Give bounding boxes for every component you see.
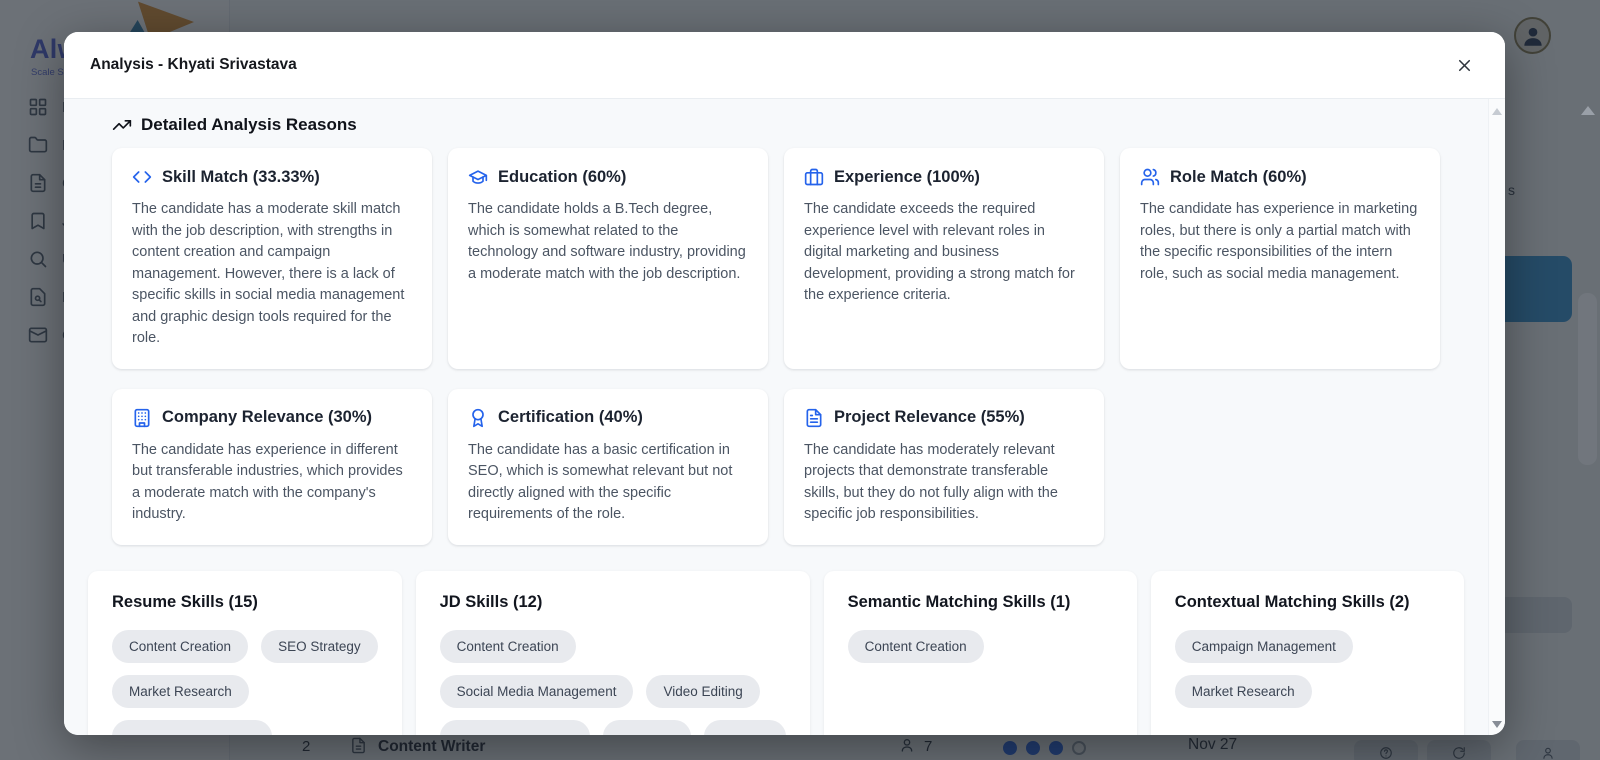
section-header: Detailed Analysis Reasons	[112, 115, 1440, 135]
analysis-card: Experience (100%) The candidate exceeds t…	[784, 148, 1104, 369]
window-scroll-up-arrow-icon[interactable]	[1581, 106, 1595, 115]
modal-header: Analysis - Khyati Srivastava	[64, 32, 1505, 99]
modal-scroll-down-arrow-icon[interactable]	[1492, 721, 1502, 728]
users-icon	[1140, 167, 1160, 187]
skills-card-title: JD Skills (12)	[439, 592, 543, 611]
analysis-card-header: Skill Match (33.33%)	[132, 167, 412, 187]
analysis-modal: Analysis - Khyati Srivastava Detailed An…	[64, 32, 1505, 735]
modal-title: Analysis - Khyati Srivastava	[90, 56, 297, 73]
analysis-card: Company Relevance (30%) The candidate has…	[112, 388, 432, 545]
analysis-card-description: The candidate holds a B.Tech degree, whi…	[468, 201, 746, 282]
analysis-card-title: Skill Match (33.33%)	[162, 167, 320, 186]
skill-chip-partial	[112, 719, 272, 735]
file-text-icon	[804, 408, 824, 428]
briefcase-icon	[804, 167, 824, 187]
analysis-card-title: Experience (100%)	[834, 167, 980, 186]
skill-chip-partial	[439, 719, 590, 735]
modal-body: Detailed Analysis Reasons Skill Match (3…	[64, 99, 1488, 735]
chip-row-partial	[439, 719, 786, 735]
analysis-card: Certification (40%) The candidate has a b…	[448, 388, 768, 545]
modal-scrollbar[interactable]	[1488, 99, 1505, 735]
skill-chip: Content Creation	[112, 629, 249, 663]
screen: Alw Scale S DMCJUFC s 2 Content Writer 7…	[0, 0, 1600, 760]
skill-chip: Social Media Management	[439, 674, 634, 708]
analysis-card: Project Relevance (55%) The candidate has…	[784, 388, 1104, 545]
skills-card: Resume Skills (15) Content Creation SEO St…	[88, 570, 402, 735]
window-scrollbar-thumb[interactable]	[1578, 293, 1597, 465]
trending-up-icon	[112, 115, 132, 135]
analysis-card-description: The candidate has a basic certification …	[468, 441, 733, 523]
skill-chip-partial	[602, 719, 691, 735]
skill-chip: Content Creation	[847, 629, 984, 663]
close-button[interactable]	[1449, 50, 1479, 80]
chip-row-partial	[112, 719, 378, 735]
building-icon	[132, 408, 152, 428]
skill-chip: Video Editing	[646, 674, 760, 708]
analysis-card-title: Project Relevance (55%)	[834, 408, 1025, 426]
analysis-card-title: Education (60%)	[498, 167, 627, 186]
analysis-cards-grid: Skill Match (33.33%) The candidate has a …	[112, 148, 1440, 545]
section-title: Detailed Analysis Reasons	[141, 115, 357, 134]
code-icon	[132, 167, 152, 187]
skill-chip: Content Creation	[439, 629, 576, 663]
skills-card: Contextual Matching Skills (2) Campaign M…	[1150, 570, 1464, 735]
graduation-cap-icon	[468, 167, 488, 187]
skills-card-title: Semantic Matching Skills (1)	[847, 592, 1071, 611]
analysis-card-description: The candidate has moderately relevant pr…	[804, 441, 1058, 523]
analysis-card-description: The candidate has experience in differen…	[132, 441, 403, 523]
skills-card-title: Contextual Matching Skills (2)	[1174, 592, 1410, 611]
analysis-card-description: The candidate exceeds the required exper…	[804, 201, 1075, 303]
analysis-card-header: Certification (40%)	[468, 408, 748, 428]
analysis-card-header: Education (60%)	[468, 167, 748, 187]
modal-scroll-up-arrow-icon[interactable]	[1492, 108, 1502, 115]
skill-chip: Market Research	[112, 674, 249, 708]
award-icon	[468, 408, 488, 428]
chip-row: Content Creation SEO Strategy	[112, 629, 378, 663]
skill-chip: SEO Strategy	[261, 629, 378, 663]
chip-row: Campaign Management	[1174, 629, 1440, 663]
chip-row: Market Research	[112, 674, 378, 708]
analysis-card-header: Project Relevance (55%)	[804, 408, 1084, 428]
analysis-card-title: Certification (40%)	[498, 408, 643, 426]
chip-row: Content Creation	[439, 629, 786, 663]
analysis-card-title: Company Relevance (30%)	[162, 408, 372, 426]
skill-chip: Campaign Management	[1174, 629, 1353, 663]
skills-card: Semantic Matching Skills (1) Content Crea…	[823, 570, 1137, 735]
analysis-card: Role Match (60%) The candidate has experi…	[1120, 148, 1440, 369]
skill-chip-partial	[703, 719, 786, 735]
analysis-card-description: The candidate has a moderate skill match…	[132, 201, 405, 346]
chip-row: Content Creation	[847, 629, 1113, 663]
analysis-card-header: Company Relevance (30%)	[132, 408, 412, 428]
chip-row: Market Research	[1174, 674, 1440, 708]
analysis-card: Education (60%) The candidate holds a B.T…	[448, 148, 768, 369]
skill-chip: Market Research	[1174, 674, 1312, 708]
skills-cards-grid: Resume Skills (15) Content Creation SEO St…	[88, 570, 1464, 735]
analysis-card-title: Role Match (60%)	[1170, 167, 1307, 186]
analysis-card-header: Experience (100%)	[804, 167, 1084, 187]
close-icon	[1455, 56, 1474, 75]
chip-row: Social Media Management Video Editing	[439, 674, 786, 708]
skills-card: JD Skills (12) Content Creation Social Med…	[415, 570, 810, 735]
analysis-card-description: The candidate has experience in marketin…	[1140, 201, 1418, 282]
analysis-card: Skill Match (33.33%) The candidate has a …	[112, 148, 432, 369]
analysis-card-header: Role Match (60%)	[1140, 167, 1420, 187]
skills-card-title: Resume Skills (15)	[112, 592, 258, 611]
